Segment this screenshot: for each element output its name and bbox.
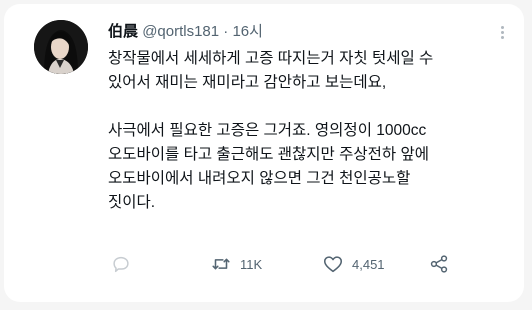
reply-button[interactable] <box>110 252 132 276</box>
more-options-icon[interactable] <box>494 24 510 44</box>
tweet-paragraph: 사극에서 필요한 고증은 그거죠. 영의정이 1000cc 오도바이를 타고 출… <box>108 122 429 211</box>
tweet-timestamp[interactable]: 16시 <box>232 23 263 40</box>
retweet-button[interactable]: 11K <box>210 252 262 276</box>
tweet-card[interactable]: 伯晨 @qortls181 · 16시 창작물에서 세세하게 고증 따지는거 자… <box>4 4 524 302</box>
share-icon <box>430 255 448 273</box>
separator-dot: · <box>223 23 229 40</box>
heart-icon <box>323 256 343 273</box>
share-button[interactable] <box>428 252 450 276</box>
avatar-image <box>34 20 88 74</box>
reply-icon <box>113 256 129 273</box>
tweet-header: 伯晨 @qortls181 · 16시 <box>108 22 263 42</box>
like-count: 4,451 <box>352 256 385 272</box>
like-button[interactable]: 4,451 <box>322 252 385 276</box>
display-name[interactable]: 伯晨 <box>108 23 138 40</box>
avatar[interactable] <box>34 20 88 74</box>
user-handle[interactable]: @qortls181 <box>142 23 219 40</box>
tweet-text: 창작물에서 세세하게 고증 따지는거 자칫 텃세일 수 있어서 재미는 재미라고… <box>108 47 518 215</box>
retweet-icon <box>212 258 230 270</box>
retweet-count: 11K <box>240 256 263 272</box>
tweet-paragraph: 창작물에서 세세하게 고증 따지는거 자칫 텃세일 수 있어서 재미는 재미라고… <box>108 50 434 91</box>
tweet-actions: 11K 4,451 <box>4 252 524 276</box>
